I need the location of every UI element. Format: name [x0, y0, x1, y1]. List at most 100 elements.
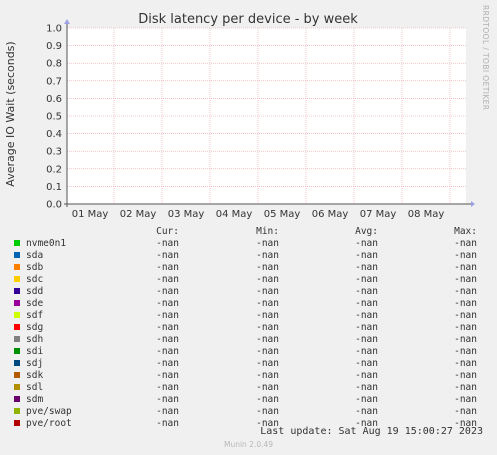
legend-max: -nan	[454, 370, 477, 381]
legend-name: sde	[26, 298, 44, 309]
legend-avg: -nan	[355, 382, 378, 393]
legend-name: sdl	[26, 382, 44, 393]
rrdtool-credit: RRDTOOL / TOBI OETIKER	[481, 5, 490, 110]
legend-swatch	[14, 288, 20, 294]
y-tick-label: 0.8	[46, 59, 62, 70]
x-tick-label: 04 May	[216, 209, 253, 220]
legend-avg: -nan	[355, 322, 378, 333]
y-tick-label: 0.3	[46, 147, 62, 158]
legend-name: sdc	[26, 274, 44, 285]
legend-cur: -nan	[156, 394, 179, 405]
legend-min: -nan	[256, 370, 279, 381]
x-tick-label: 02 May	[120, 209, 157, 220]
header-min: Min:	[256, 226, 279, 237]
y-axis-arrow	[64, 19, 70, 24]
legend-avg: -nan	[355, 394, 378, 405]
legend-min: -nan	[256, 322, 279, 333]
header-max: Max:	[454, 226, 477, 237]
legend-swatch	[14, 420, 20, 426]
legend-name: sda	[26, 250, 44, 261]
legend-max: -nan	[454, 358, 477, 369]
legend-min: -nan	[256, 334, 279, 345]
legend-max: -nan	[454, 262, 477, 273]
legend-min: -nan	[256, 394, 279, 405]
legend-avg: -nan	[355, 250, 378, 261]
x-tick-label: 01 May	[72, 209, 109, 220]
chart: Disk latency per device - by week Averag…	[4, 5, 490, 220]
legend-rows: nvme0n1 -nan -nan -nan -nan sda -nan -nan -nan -n…	[0, 238, 497, 430]
legend-swatch	[14, 312, 20, 318]
legend-row: sdd -nan -nan -nan -nan	[0, 286, 497, 298]
y-ticks: 0.0 0.1 0.2 0.3 0.4 0.5 0.6 0.7 0.8 0.9 1.0	[46, 24, 62, 211]
legend-row: sdl -nan -nan -nan -nan	[0, 382, 497, 394]
y-tick-label: 0.7	[46, 76, 62, 87]
legend-row: nvme0n1 -nan -nan -nan -nan	[0, 238, 497, 250]
legend-avg: -nan	[355, 358, 378, 369]
last-update: Last update: Sat Aug 19 15:00:27 2023	[260, 426, 483, 437]
legend-cur: -nan	[156, 358, 179, 369]
legend-row: sdk -nan -nan -nan -nan	[0, 370, 497, 382]
legend-name: pve/swap	[26, 406, 72, 417]
legend-name: sdh	[26, 334, 44, 345]
legend-max: -nan	[454, 322, 477, 333]
legend-cur: -nan	[156, 238, 179, 249]
plot-area	[67, 28, 466, 204]
legend-name: nvme0n1	[26, 238, 67, 249]
header-avg: Avg:	[355, 226, 378, 237]
legend-swatch	[14, 300, 20, 306]
legend-name: sdj	[26, 358, 44, 369]
y-tick-label: 0.5	[46, 112, 62, 123]
legend-max: -nan	[454, 250, 477, 261]
legend-row: sdj -nan -nan -nan -nan	[0, 358, 497, 370]
legend-row: sdc -nan -nan -nan -nan	[0, 274, 497, 286]
legend-row: pve/swap -nan -nan -nan -nan	[0, 406, 497, 418]
legend-min: -nan	[256, 274, 279, 285]
legend-swatch	[14, 324, 20, 330]
legend-row: sdf -nan -nan -nan -nan	[0, 310, 497, 322]
x-ticks: 01 May 02 May 03 May 04 May 05 May 06 May 07 M…	[72, 209, 445, 220]
legend-row: sdh -nan -nan -nan -nan	[0, 334, 497, 346]
legend-swatch	[14, 408, 20, 414]
legend-name: sdk	[26, 370, 44, 381]
legend-min: -nan	[256, 310, 279, 321]
legend-swatch	[14, 252, 20, 258]
y-axis-label: Average IO Wait (seconds)	[4, 41, 17, 186]
legend-row: sda -nan -nan -nan -nan	[0, 250, 497, 262]
x-tick-label: 03 May	[168, 209, 205, 220]
legend-avg: -nan	[355, 406, 378, 417]
legend-cur: -nan	[156, 382, 179, 393]
legend-swatch	[14, 372, 20, 378]
legend-max: -nan	[454, 286, 477, 297]
legend-row: sdm -nan -nan -nan -nan	[0, 394, 497, 406]
legend-avg: -nan	[355, 298, 378, 309]
legend: Cur: Min: Avg: Max: nvme0n1 -nan -nan -nan -…	[0, 226, 497, 430]
legend-cur: -nan	[156, 322, 179, 333]
legend-cur: -nan	[156, 298, 179, 309]
legend-cur: -nan	[156, 250, 179, 261]
header-cur: Cur:	[156, 226, 179, 237]
y-tick-label: 0.6	[46, 94, 62, 105]
y-tick-label: 0.9	[46, 41, 62, 52]
y-tick-label: 0.0	[46, 200, 62, 211]
y-tick-label: 0.2	[46, 164, 62, 175]
legend-name: pve/root	[26, 418, 72, 429]
legend-max: -nan	[454, 238, 477, 249]
y-tick-label: 0.1	[46, 182, 62, 193]
legend-max: -nan	[454, 298, 477, 309]
legend-cur: -nan	[156, 346, 179, 357]
legend-min: -nan	[256, 382, 279, 393]
legend-avg: -nan	[355, 346, 378, 357]
legend-min: -nan	[256, 358, 279, 369]
legend-swatch	[14, 384, 20, 390]
legend-swatch	[14, 264, 20, 270]
x-tick-label: 05 May	[264, 209, 301, 220]
legend-min: -nan	[256, 250, 279, 261]
legend-row: sdg -nan -nan -nan -nan	[0, 322, 497, 334]
legend-row: sdb -nan -nan -nan -nan	[0, 262, 497, 274]
legend-swatch	[14, 348, 20, 354]
legend-name: sdd	[26, 286, 44, 297]
legend-cur: -nan	[156, 418, 179, 429]
munin-version: Munin 2.0.49	[223, 440, 274, 449]
legend-avg: -nan	[355, 286, 378, 297]
legend-max: -nan	[454, 274, 477, 285]
